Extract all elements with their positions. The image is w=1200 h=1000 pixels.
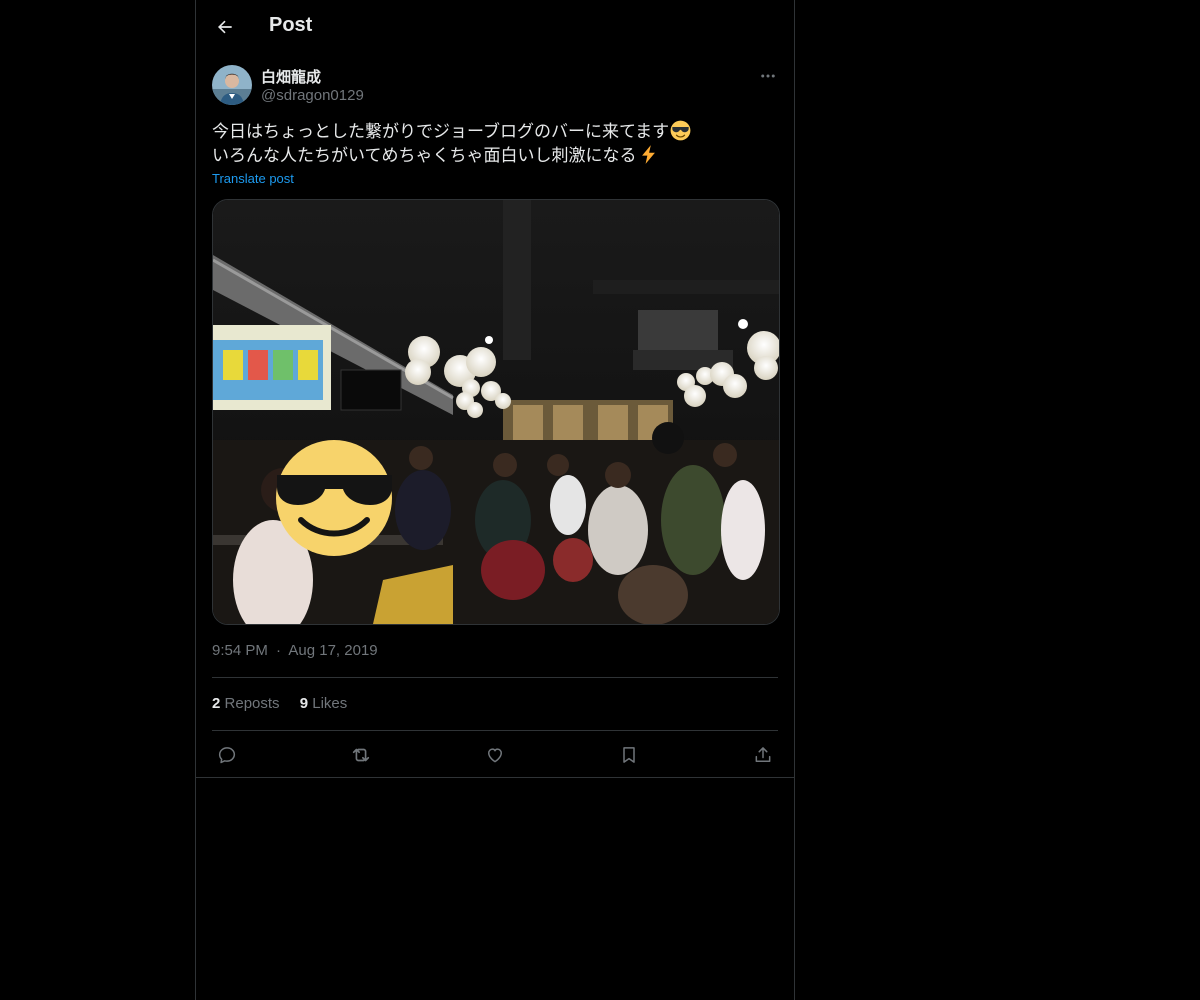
divider bbox=[212, 730, 778, 731]
post-photo[interactable] bbox=[212, 199, 780, 625]
high-voltage-emoji-icon bbox=[641, 145, 655, 164]
post-text-line-1: 今日はちょっとした繋がりでジョーブログのバーに来てます bbox=[212, 122, 670, 141]
arrow-left-icon bbox=[218, 20, 232, 34]
bookmark-icon bbox=[623, 747, 635, 763]
post-time[interactable]: 9:54 PM bbox=[212, 642, 268, 659]
author-display-name[interactable]: 白畑龍成 bbox=[261, 66, 321, 87]
engagement-stats: 2 Reposts 9 Likes bbox=[212, 695, 363, 712]
divider bbox=[212, 677, 778, 678]
divider bbox=[196, 777, 794, 778]
reply-button[interactable] bbox=[212, 740, 242, 770]
share-button[interactable] bbox=[748, 740, 778, 770]
avatar[interactable] bbox=[212, 65, 252, 105]
like-button[interactable] bbox=[480, 740, 510, 770]
post-timestamp: 9:54 PM · Aug 17, 2019 bbox=[212, 642, 378, 659]
more-horizontal-icon bbox=[761, 74, 775, 78]
post-text-line: いろんな人たちがいてめちゃくちゃ面白いし刺激になる bbox=[212, 144, 772, 168]
reposts-stat[interactable]: 2 Reposts bbox=[212, 695, 280, 712]
timestamp-separator: · bbox=[276, 642, 282, 659]
bookmark-button[interactable] bbox=[614, 740, 644, 770]
likes-count: 9 bbox=[299, 695, 309, 712]
heart-icon bbox=[488, 748, 502, 763]
sunglasses-face-emoji-icon bbox=[670, 120, 691, 141]
page-title: Post bbox=[269, 14, 313, 36]
repost-icon bbox=[352, 748, 370, 762]
post-text-line-2: いろんな人たちがいてめちゃくちゃ面白いし刺激になる bbox=[212, 146, 637, 165]
action-bar bbox=[212, 740, 778, 770]
post-detail-column: Post 白畑龍成 @sdragon0129 今日はちょっとした繋がりでジョーブ… bbox=[195, 0, 795, 1000]
likes-label: Likes bbox=[312, 695, 348, 712]
post-text-line: 今日はちょっとした繋がりでジョーブログのバーに来てます bbox=[212, 120, 772, 144]
post-date[interactable]: Aug 17, 2019 bbox=[288, 642, 377, 659]
page-header: Post bbox=[196, 0, 794, 54]
translate-post-link[interactable]: Translate post bbox=[212, 171, 294, 186]
post-text: 今日はちょっとした繋がりでジョーブログのバーに来てます いろんな人たちがいてめち… bbox=[212, 120, 772, 168]
back-button[interactable] bbox=[210, 12, 240, 42]
user-avatar-image bbox=[212, 65, 252, 105]
share-icon bbox=[755, 747, 771, 762]
author-handle[interactable]: @sdragon0129 bbox=[261, 87, 364, 104]
reply-icon bbox=[218, 747, 236, 764]
reposts-count: 2 bbox=[212, 695, 221, 712]
likes-stat[interactable]: 9 Likes bbox=[300, 695, 348, 712]
more-options-button[interactable] bbox=[756, 64, 780, 88]
repost-button[interactable] bbox=[346, 740, 376, 770]
bar-crowd-photo bbox=[213, 200, 779, 624]
reposts-label: Reposts bbox=[224, 695, 280, 712]
